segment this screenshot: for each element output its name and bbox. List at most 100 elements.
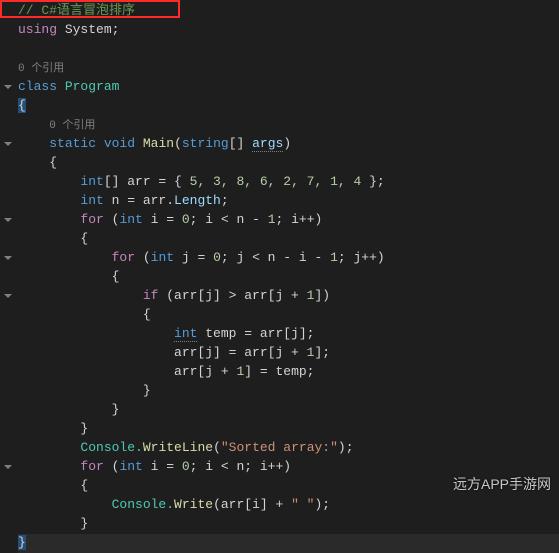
text: }; [361,174,384,189]
kw-int: int [80,193,103,208]
code-text: System; [57,22,119,37]
kw-for: for [80,459,103,474]
code-line[interactable]: for (int i = 0; i < n - 1; i++) [18,211,559,230]
code-line[interactable]: { [18,268,559,287]
array-literal: 5, 3, 8, 6, 2, 7, 1, 4 [190,174,362,189]
text: ]) [314,288,330,303]
kw-int: int [151,250,174,265]
kw-for: for [80,212,103,227]
brace: { [49,155,57,170]
brace: { [112,269,120,284]
kw-if: if [143,288,159,303]
kw-int: int [119,212,142,227]
code-line[interactable]: } [18,534,559,553]
reference-count[interactable]: 0 个引用 [49,120,95,132]
code-line[interactable]: Console.Write(arr[i] + " "); [18,496,559,515]
code-line[interactable]: for (int j = 0; j < n - i - 1; j++) [18,249,559,268]
kw-string: string [182,136,229,151]
string-literal: " " [291,497,314,512]
reference-count[interactable]: 0 个引用 [18,63,64,75]
code-line[interactable]: if (arr[j] > arr[j + 1]) [18,287,559,306]
keyword-using: using [18,22,57,37]
blank-line[interactable] [18,40,559,59]
code-line[interactable]: class Program [18,78,559,97]
chevron-down-icon[interactable] [3,462,13,472]
code-line[interactable]: { [18,477,559,496]
text: (arr[j] > arr[j + [158,288,306,303]
code-line[interactable]: { [18,230,559,249]
brace: } [80,421,88,436]
paren: ( [174,136,182,151]
num: 0 [182,212,190,227]
kw-int: int [80,174,103,189]
code-line[interactable]: int temp = arr[j]; [18,325,559,344]
brace-open: { [18,98,26,113]
paren: ( [135,250,151,265]
text: n = arr. [104,193,174,208]
chevron-down-icon[interactable] [3,139,13,149]
chevron-down-icon[interactable] [3,253,13,263]
kw-for: for [112,250,135,265]
text: (arr[i] + [213,497,291,512]
write: Write [174,497,213,512]
chevron-down-icon[interactable] [3,82,13,92]
text: [] arr = { [104,174,190,189]
chevron-down-icon[interactable] [3,215,13,225]
brace: } [80,516,88,531]
code-line[interactable]: // C#语言冒泡排序 [18,2,559,21]
paren: ( [104,459,120,474]
text: arr[j + [174,364,236,379]
paren: ( [104,212,120,227]
kw-int: int [119,459,142,474]
brackets: [] [229,136,252,151]
text: temp = arr[j]; [197,326,314,341]
brace: } [143,383,151,398]
code-line[interactable]: { [18,306,559,325]
code-line[interactable]: static void Main(string[] args) [18,135,559,154]
method-main: Main [135,136,174,151]
paren-close: ) [283,136,291,151]
param-args: args [252,136,283,152]
code-line[interactable]: int[] arr = { 5, 3, 8, 6, 2, 7, 1, 4 }; [18,173,559,192]
text: ; i < n; i++) [190,459,291,474]
keyword-class: class [18,79,57,94]
num: 1 [268,212,276,227]
chevron-down-icon[interactable] [3,291,13,301]
brace: { [80,231,88,246]
brace: { [143,307,151,322]
code-line[interactable]: } [18,420,559,439]
code-line[interactable]: using System; [18,21,559,40]
code-line[interactable]: } [18,515,559,534]
text: i = [143,459,182,474]
text: ; i < n - [190,212,268,227]
code-line[interactable]: } [18,401,559,420]
brace: } [112,402,120,417]
prop-length: Length [174,193,221,208]
kw-static: static [49,136,96,151]
console: Console. [80,440,142,455]
code-line[interactable]: { [18,97,559,116]
num: 0 [182,459,190,474]
comment-text: // C#语言冒泡排序 [18,3,135,18]
code-line[interactable]: int n = arr.Length; [18,192,559,211]
kw-int: int [174,326,197,342]
code-line[interactable]: for (int i = 0; i < n; i++) [18,458,559,477]
text: j = [174,250,213,265]
codelens-line[interactable]: 0 个引用 [18,116,559,135]
code-line[interactable]: } [18,382,559,401]
codelens-line[interactable]: 0 个引用 [18,59,559,78]
semi: ; [221,193,229,208]
code-line[interactable]: { [18,154,559,173]
string-literal: "Sorted array:" [221,440,338,455]
text: ]; [314,345,330,360]
brace-match: } [18,535,26,550]
num: 0 [213,250,221,265]
code-line[interactable]: Console.WriteLine("Sorted array:"); [18,439,559,458]
text: ; i++) [276,212,323,227]
text: arr[j] = arr[j + [174,345,307,360]
writeline: WriteLine [143,440,213,455]
paren: ( [213,440,221,455]
code-line[interactable]: arr[j] = arr[j + 1]; [18,344,559,363]
code-line[interactable]: arr[j + 1] = temp; [18,363,559,382]
code-editor[interactable]: // C#语言冒泡排序 using System; 0 个引用 class Pr… [0,0,559,553]
